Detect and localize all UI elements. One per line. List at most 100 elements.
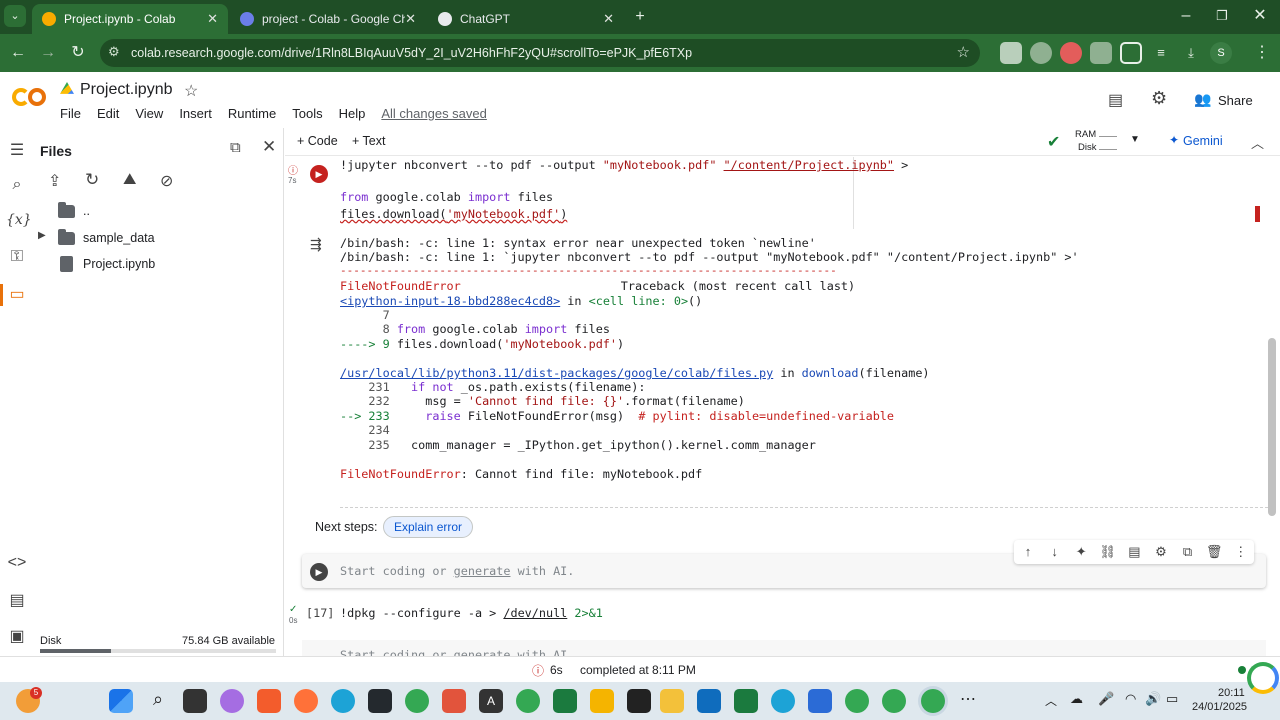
brave-icon[interactable] [257,689,281,713]
tree-item-parent[interactable]: .. [58,201,90,218]
tray-app-icon[interactable]: ☁ [1070,691,1083,707]
run-cell-button[interactable]: ▶ [310,165,328,183]
menu-edit[interactable]: Edit [97,106,119,121]
browser-menu-icon[interactable]: ⋮ [1250,41,1274,65]
reading-list-icon[interactable]: ≡ [1150,42,1172,64]
expand-chevron-icon[interactable]: ▶ [38,230,46,241]
menu-help[interactable]: Help [339,106,366,121]
mount-drive-icon[interactable]: ⛰ [123,171,136,189]
code-snippets-icon[interactable]: <> [6,554,28,576]
variables-icon[interactable]: {x} [6,212,32,234]
browser-tab-chatgpt[interactable]: ChatGPT ✕ [428,4,624,34]
wifi-icon[interactable]: ◠ [1125,691,1136,707]
cell-settings-icon[interactable]: ⚙ [1151,542,1171,562]
connected-check-icon[interactable]: ✔ [1047,132,1060,152]
search-icon[interactable]: ⌕ [6,176,28,198]
window-close-icon[interactable]: ✕ [1248,4,1272,28]
site-info-icon[interactable]: ⚙ [108,44,120,60]
download-icon[interactable]: ⤓ [1180,42,1202,64]
status-text[interactable]: completed at 8:11 PM [580,663,696,677]
file-explorer-icon[interactable] [660,689,684,713]
star-icon[interactable]: ☆ [184,81,198,101]
firefox-icon[interactable] [294,689,318,713]
profile-avatar[interactable]: S [1210,42,1232,64]
output-menu-icon[interactable]: ⇶ [310,236,322,253]
files-py-link[interactable]: /usr/local/lib/python3.11/dist-packages/… [340,366,773,380]
close-tab-icon[interactable]: ✕ [603,11,614,27]
refresh-icon[interactable]: ↻ [85,170,99,190]
extension-icon[interactable] [1060,42,1082,64]
edge-icon[interactable] [771,689,795,713]
command-palette-icon[interactable]: ▤ [6,590,28,612]
browser-tab-colab[interactable]: Project.ipynb - Colab ✕ [32,4,228,34]
extension-icon[interactable] [1030,42,1052,64]
menu-tools[interactable]: Tools [292,106,322,121]
edge-icon[interactable] [331,689,355,713]
add-text-button[interactable]: + Text [352,134,385,148]
new-tab-icon[interactable]: + [628,5,652,29]
reload-icon[interactable]: ↻ [66,41,90,65]
settings-gear-icon[interactable]: ⚙ [1151,88,1167,109]
terminal-icon[interactable]: ▣ [6,626,28,648]
chrome-active-icon[interactable] [921,689,945,713]
close-tab-icon[interactable]: ✕ [405,11,416,27]
share-button[interactable]: Share [1218,93,1253,108]
windows-start-icon[interactable] [109,689,133,713]
more-apps-icon[interactable]: ⋯ [956,689,980,713]
taskbar-date[interactable]: 24/01/2025 [1192,701,1247,713]
extension-icon[interactable] [1000,42,1022,64]
extension-icon[interactable] [1090,42,1112,64]
tree-item-project[interactable]: Project.ipynb [60,256,155,272]
app-a-icon[interactable]: A [479,689,503,713]
close-tab-icon[interactable]: ✕ [207,11,218,27]
bookmark-star-icon[interactable]: ☆ [957,43,970,61]
collapse-chevron-up-icon[interactable]: ︿ [1251,133,1264,152]
chrome-icon[interactable] [405,689,429,713]
chrome-icon[interactable] [882,689,906,713]
copilot-icon[interactable] [220,689,244,713]
more-options-icon[interactable]: ⋮ [1231,542,1251,562]
excel-icon[interactable] [553,689,577,713]
chrome-icon[interactable] [845,689,869,713]
gemini-button[interactable]: Gemini [1183,134,1223,148]
extensions-puzzle-icon[interactable] [1120,42,1142,64]
volume-icon[interactable]: 🔊 [1145,691,1161,707]
restore-icon[interactable]: ❐ [1210,4,1234,28]
comment-icon[interactable]: ▤ [1124,542,1144,562]
taskbar-search-icon[interactable]: ⌕ [146,689,170,713]
excel-icon[interactable] [734,689,758,713]
wps-icon[interactable] [442,689,466,713]
move-down-icon[interactable]: ↓ [1045,542,1065,562]
scrollbar-thumb[interactable] [1268,338,1276,516]
notepad-icon[interactable] [808,689,832,713]
runtime-dropdown-icon[interactable]: ▼ [1130,134,1140,145]
colab-logo-icon[interactable] [12,86,48,108]
close-panel-icon[interactable]: ✕ [262,137,276,157]
address-bar[interactable]: ⚙ colab.research.google.com/drive/1Rln8L… [100,39,980,67]
forward-icon[interactable]: → [36,41,60,65]
partial-code-cell[interactable]: Start coding or generate with AI. [302,640,1266,656]
tray-chevron-up-icon[interactable]: ︿ [1045,692,1057,709]
back-icon[interactable]: ← [6,41,30,65]
run-cell-button[interactable]: ▶ [310,563,328,581]
gemini-sparkle-icon[interactable]: ✦ [1071,542,1091,562]
hide-files-icon[interactable]: ⊘ [160,171,173,191]
upload-file-icon[interactable]: ⇪ [48,171,61,191]
add-code-button[interactable]: + Code [297,134,338,148]
tab-search-icon[interactable]: ⌄ [4,5,26,27]
taskbar-clock[interactable]: 20:11 [1218,687,1245,699]
delete-icon[interactable]: 🗑 [1204,542,1224,562]
menu-view[interactable]: View [135,106,163,121]
empty-cell-placeholder[interactable]: Start coding or generate with AI. [340,564,574,579]
link-icon[interactable]: ⛓ [1098,542,1118,562]
ipython-input-link[interactable]: <ipython-input-18-bbd288ec4cd8> [340,294,560,308]
explain-error-button[interactable]: Explain error [383,516,474,538]
notebook-title[interactable]: Project.ipynb [80,81,173,99]
tree-item-sample-data[interactable]: sample_data [58,228,155,245]
browser-tab-project[interactable]: project - Colab - Google Chrom ✕ [230,4,426,34]
files-folder-icon[interactable]: ▭ [6,284,28,306]
app-icon[interactable] [627,689,651,713]
microphone-icon[interactable]: 🎤 [1098,691,1114,707]
task-view-icon[interactable] [183,689,207,713]
share-people-icon[interactable]: 👥 [1194,91,1211,108]
